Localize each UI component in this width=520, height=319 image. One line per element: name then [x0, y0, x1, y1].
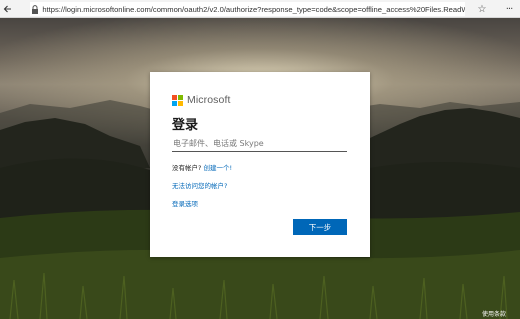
- favorite-star-icon[interactable]: ☆: [475, 0, 489, 18]
- logo-square-green: [178, 94, 183, 100]
- lock-icon: [30, 2, 40, 16]
- address-bar[interactable]: https://login.microsoftonline.com/common…: [30, 2, 465, 16]
- sign-in-options-link[interactable]: 登录选项: [172, 198, 198, 208]
- back-arrow-icon: [3, 5, 11, 12]
- create-account-link[interactable]: 创建一个!: [204, 164, 233, 172]
- logo-square-red: [172, 94, 177, 100]
- brand-name: Microsoft: [187, 94, 231, 106]
- terms-of-use-link[interactable]: 使用条款: [482, 309, 506, 318]
- cant-access-account-link[interactable]: 无法访问您的帐户?: [172, 180, 227, 190]
- logo-square-blue: [172, 100, 177, 106]
- browser-toolbar: https://login.microsoftonline.com/common…: [0, 0, 520, 18]
- url-text: https://login.microsoftonline.com/common…: [42, 4, 465, 14]
- back-button[interactable]: [0, 0, 16, 18]
- no-account-row: 没有帐户? 创建一个!: [172, 162, 232, 172]
- more-menu-icon[interactable]: ···: [502, 0, 516, 18]
- next-button[interactable]: 下一步: [293, 219, 347, 235]
- sign-in-dialog: Microsoft 登录 没有帐户? 创建一个! 无法访问您的帐户? 登录选项 …: [150, 72, 370, 257]
- microsoft-logo-icon: [172, 94, 183, 106]
- microsoft-logo: Microsoft: [172, 94, 231, 106]
- no-account-text: 没有帐户?: [172, 164, 202, 172]
- dialog-title: 登录: [172, 118, 199, 133]
- account-input[interactable]: [172, 135, 347, 152]
- logo-square-yellow: [178, 100, 183, 106]
- grass-highlight: [0, 249, 520, 319]
